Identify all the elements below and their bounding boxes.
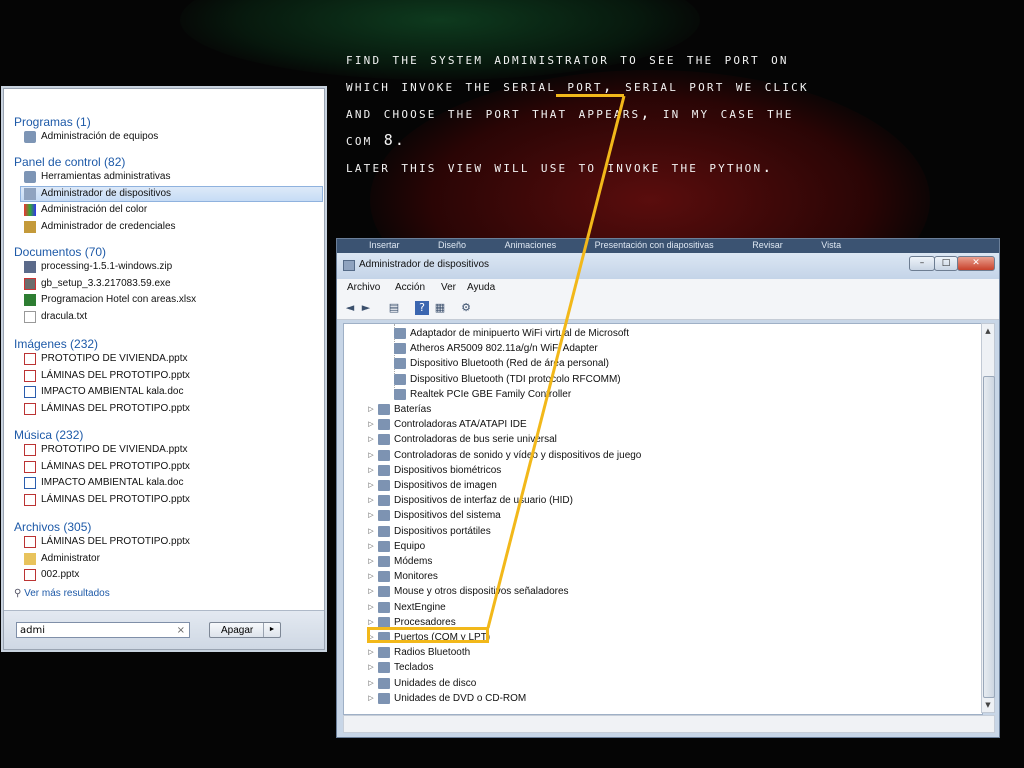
connector-line: [486, 95, 626, 629]
annotation-connector: [486, 95, 626, 629]
